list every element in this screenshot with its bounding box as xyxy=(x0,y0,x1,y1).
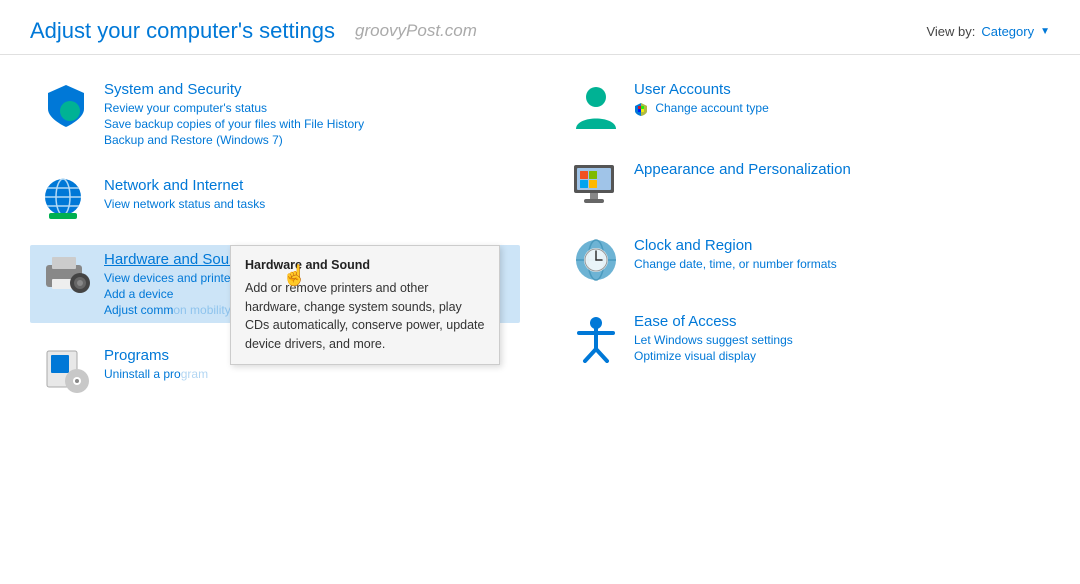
hardware-sound-icon xyxy=(38,251,94,295)
watermark: groovyPost.com xyxy=(355,21,477,41)
programs-link-1[interactable]: Uninstall a program xyxy=(104,367,512,381)
left-column: System and Security Review your computer… xyxy=(0,65,540,427)
category-appearance: Appearance and Personalization xyxy=(560,155,1060,213)
appearance-title[interactable]: Appearance and Personalization xyxy=(634,161,851,178)
page-title: Adjust your computer's settings xyxy=(30,18,335,44)
category-hardware-sound: Hardware and Sound View devices and prin… xyxy=(30,245,520,323)
system-security-icon xyxy=(38,81,94,129)
main-content: System and Security Review your computer… xyxy=(0,55,1080,427)
uac-shield-icon xyxy=(634,102,648,116)
network-internet-title[interactable]: Network and Internet xyxy=(104,177,243,194)
ease-access-title[interactable]: Ease of Access xyxy=(634,313,737,330)
user-accounts-title[interactable]: User Accounts xyxy=(634,81,731,98)
user-accounts-icon xyxy=(568,81,624,131)
system-security-title[interactable]: System and Security xyxy=(104,81,242,98)
right-column: User Accounts Change account type xyxy=(540,65,1080,427)
system-security-link-3[interactable]: Backup and Restore (Windows 7) xyxy=(104,133,512,147)
network-internet-link-1[interactable]: View network status and tasks xyxy=(104,197,512,211)
ease-access-link-1[interactable]: Let Windows suggest settings xyxy=(634,333,1052,347)
clock-region-title[interactable]: Clock and Region xyxy=(634,237,752,254)
category-user-accounts: User Accounts Change account type xyxy=(560,75,1060,137)
programs-title[interactable]: Programs xyxy=(104,347,169,364)
clock-region-link-1[interactable]: Change date, time, or number formats xyxy=(634,257,1052,271)
header-right: View by: Category ▼ xyxy=(926,24,1050,39)
clock-region-text: Clock and Region Change date, time, or n… xyxy=(634,237,1052,271)
header: Adjust your computer's settings groovyPo… xyxy=(0,0,1080,55)
header-left: Adjust your computer's settings groovyPo… xyxy=(30,18,477,44)
tooltip: Hardware and Sound Add or remove printer… xyxy=(230,245,500,365)
appearance-text: Appearance and Personalization xyxy=(634,161,1052,179)
system-security-link-1[interactable]: Review your computer's status xyxy=(104,101,512,115)
network-internet-icon xyxy=(38,177,94,221)
system-security-text: System and Security Review your computer… xyxy=(104,81,512,147)
user-accounts-link-1[interactable]: Change account type xyxy=(634,101,1052,116)
clock-region-icon xyxy=(568,237,624,283)
ease-access-text: Ease of Access Let Windows suggest setti… xyxy=(634,313,1052,363)
user-accounts-text: User Accounts Change account type xyxy=(634,81,1052,116)
viewby-arrow-icon[interactable]: ▼ xyxy=(1040,26,1050,37)
category-system-security: System and Security Review your computer… xyxy=(30,75,520,153)
viewby-label: View by: xyxy=(926,24,975,39)
hardware-sound-title[interactable]: Hardware and Sound xyxy=(104,251,246,268)
category-network-internet: Network and Internet View network status… xyxy=(30,171,520,227)
viewby-dropdown[interactable]: Category xyxy=(981,24,1034,39)
ease-access-icon xyxy=(568,313,624,363)
appearance-icon xyxy=(568,161,624,207)
programs-icon xyxy=(38,347,94,393)
category-ease-access: Ease of Access Let Windows suggest setti… xyxy=(560,307,1060,369)
system-security-link-2[interactable]: Save backup copies of your files with Fi… xyxy=(104,117,512,131)
control-panel-window: Adjust your computer's settings groovyPo… xyxy=(0,0,1080,584)
category-clock-region: Clock and Region Change date, time, or n… xyxy=(560,231,1060,289)
network-internet-text: Network and Internet View network status… xyxy=(104,177,512,211)
tooltip-title: Hardware and Sound xyxy=(245,256,485,275)
tooltip-description: Add or remove printers and other hardwar… xyxy=(245,279,485,354)
ease-access-link-2[interactable]: Optimize visual display xyxy=(634,349,1052,363)
